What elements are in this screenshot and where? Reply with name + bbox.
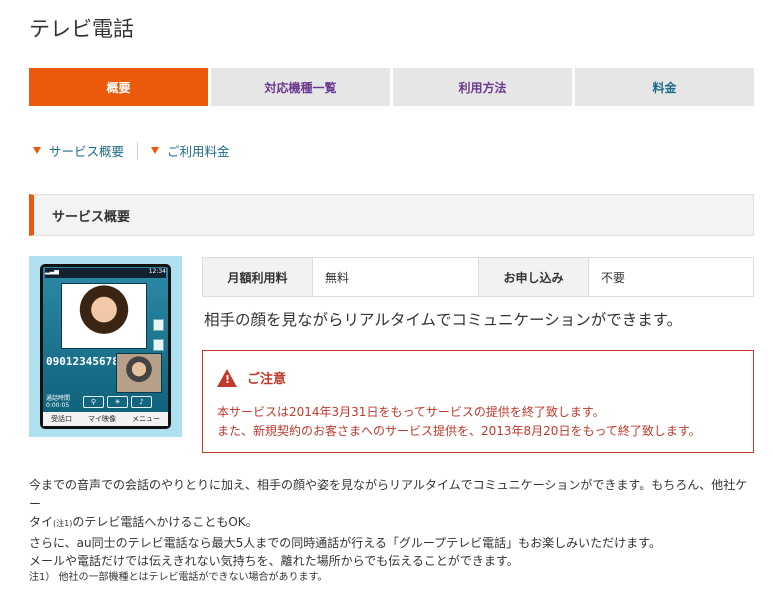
phone-clock: 12:34 — [148, 268, 166, 275]
remote-video-view — [61, 283, 147, 349]
anchor-service-overview[interactable]: サービス概要 — [33, 141, 124, 160]
description-line: さらに、au同士のテレビ電話なら最大5人までの同時通話が行える「グループテレビ電… — [29, 535, 661, 550]
tab-bar: 概要 対応機種一覧 利用方法 料金 — [29, 68, 754, 106]
description-line: タイ(注1)のテレビ電話へかけることもOK。 — [29, 513, 759, 534]
notice-body: 本サービスは2014年3月31日をもってサービスの提供を終了致します。 また、新… — [217, 403, 701, 441]
phone-buttons: ⚲ ☀ ♪ — [83, 396, 152, 408]
phone-screen-image: ▂▃▅ 12:34 09012345678 通話時間 0:00:05 ⚲ ☀ ♪… — [29, 256, 182, 437]
description: 今までの音声での会話のやりとりに加え、相手の顔や姿を見ながらリアルタイムでコミュ… — [29, 476, 759, 571]
phone-number: 09012345678 — [46, 355, 119, 368]
triangle-down-icon — [33, 147, 41, 154]
anchor-links: サービス概要 ご利用料金 — [33, 141, 230, 160]
warning-icon: ! — [217, 368, 237, 387]
tab-how-to-use[interactable]: 利用方法 — [393, 68, 572, 106]
anchor-usage-fee[interactable]: ご利用料金 — [151, 141, 230, 160]
soft-key-right: メニュー — [132, 415, 160, 423]
description-line: 今までの音声での会話のやりとりに加え、相手の顔や姿を見ながらリアルタイムでコミュ… — [29, 478, 748, 511]
zoom-icon: ⚲ — [83, 396, 104, 408]
soft-key-left: 受話口 — [51, 415, 72, 423]
phone-soft-keys: 受話口 マイ映像 メニュー — [43, 412, 168, 426]
call-time: 通話時間 0:00:05 — [46, 395, 70, 409]
download-icon — [153, 339, 164, 351]
notice-line: 本サービスは2014年3月31日をもってサービスの提供を終了致します。 — [217, 405, 605, 419]
tab-supported-models[interactable]: 対応機種一覧 — [211, 68, 390, 106]
application-value: 不要 — [588, 257, 754, 297]
page-title: テレビ電話 — [29, 17, 134, 41]
signal-icon: ▂▃▅ — [45, 268, 59, 275]
notice-box: ! ご注意 本サービスは2014年3月31日をもってサービスの提供を終了致します… — [202, 350, 754, 453]
monthly-fee-value: 無料 — [312, 257, 479, 297]
table-row: 月額利用料 無料 お申し込み 不要 — [202, 257, 754, 297]
tab-overview[interactable]: 概要 — [29, 68, 208, 106]
description-text: のテレビ電話へかけることもOK。 — [72, 515, 258, 529]
description-text: タイ — [29, 515, 54, 529]
divider — [137, 141, 139, 160]
call-time-label: 通話時間 — [46, 395, 71, 402]
phone-status-bar: ▂▃▅ 12:34 — [45, 268, 166, 278]
soft-key-center: マイ映像 — [88, 415, 116, 423]
tab-pricing[interactable]: 料金 — [575, 68, 754, 106]
triangle-down-icon — [151, 147, 160, 154]
speaker-icon — [153, 319, 164, 331]
self-video-view — [116, 353, 162, 393]
lead-text: 相手の顔を見ながらリアルタイムでコミュニケーションができます。 — [204, 311, 683, 329]
footnote-ref: (注1) — [53, 519, 73, 528]
anchor-label: サービス概要 — [49, 144, 125, 159]
section-heading: サービス概要 — [29, 194, 754, 236]
notice-header: ! ご注意 — [217, 368, 286, 387]
call-time-value: 0:00:05 — [46, 402, 70, 409]
brightness-icon: ☀ — [107, 396, 128, 408]
phone-screen-bg: ▂▃▅ 12:34 09012345678 通話時間 0:00:05 ⚲ ☀ ♪… — [43, 267, 168, 426]
application-label: お申し込み — [478, 257, 589, 297]
footnote: 注1） 他社の一部機種とはテレビ電話ができない場合があります。 — [29, 572, 328, 583]
monthly-fee-label: 月額利用料 — [202, 257, 313, 297]
notice-title: ご注意 — [247, 372, 287, 387]
volume-icon: ♪ — [131, 396, 152, 408]
phone-display: ▂▃▅ 12:34 09012345678 通話時間 0:00:05 ⚲ ☀ ♪… — [40, 264, 171, 429]
anchor-label: ご利用料金 — [167, 144, 230, 159]
notice-line: また、新規契約のお客さまへのサービス提供を、2013年8月20日をもって終了致し… — [217, 424, 701, 438]
service-info-table: 月額利用料 無料 お申し込み 不要 — [202, 257, 754, 297]
